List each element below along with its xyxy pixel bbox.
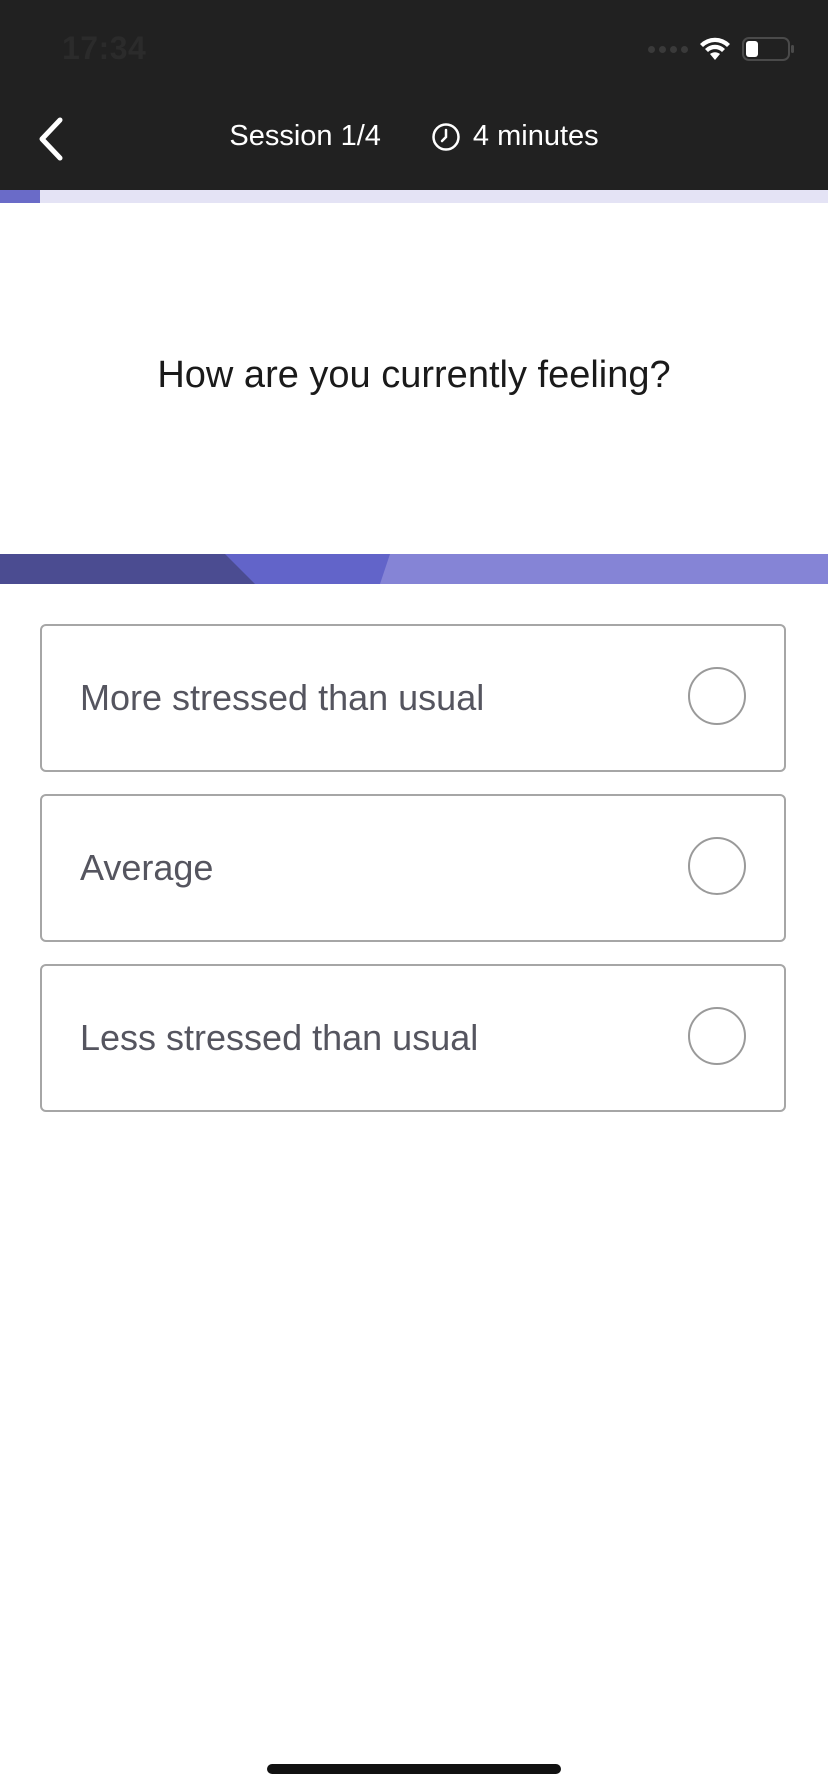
radio-button[interactable] [688, 667, 746, 725]
wifi-icon [700, 37, 730, 60]
session-progress-bar [0, 190, 828, 203]
home-indicator[interactable] [267, 1764, 561, 1774]
option-label: Less stressed than usual [80, 1017, 479, 1058]
screen: 17:34 Session 1/4 4 minutes How are you … [0, 0, 828, 1792]
session-info: Session 1/4 4 minutes [0, 120, 828, 153]
question-text: How are you currently feeling? [157, 354, 671, 396]
radio-button[interactable] [688, 837, 746, 895]
session-label: Session 1/4 [229, 120, 381, 152]
duration: 4 minutes [431, 120, 599, 153]
session-progress-fill [0, 190, 40, 203]
option-label: More stressed than usual [80, 677, 485, 718]
option-less-stressed[interactable]: Less stressed than usual [40, 964, 786, 1112]
battery-icon [742, 37, 794, 61]
duration-label: 4 minutes [472, 120, 599, 152]
clock-icon [432, 122, 460, 151]
status-icons [648, 36, 796, 62]
header: 17:34 Session 1/4 4 minutes [0, 0, 828, 190]
option-average[interactable]: Average [40, 794, 786, 942]
option-label: Average [80, 847, 214, 888]
option-more-stressed[interactable]: More stressed than usual [40, 624, 786, 772]
radio-button[interactable] [688, 1007, 746, 1065]
status-time: 17:34 [62, 30, 147, 66]
signal-icon [648, 45, 688, 53]
decorative-band [0, 554, 828, 584]
